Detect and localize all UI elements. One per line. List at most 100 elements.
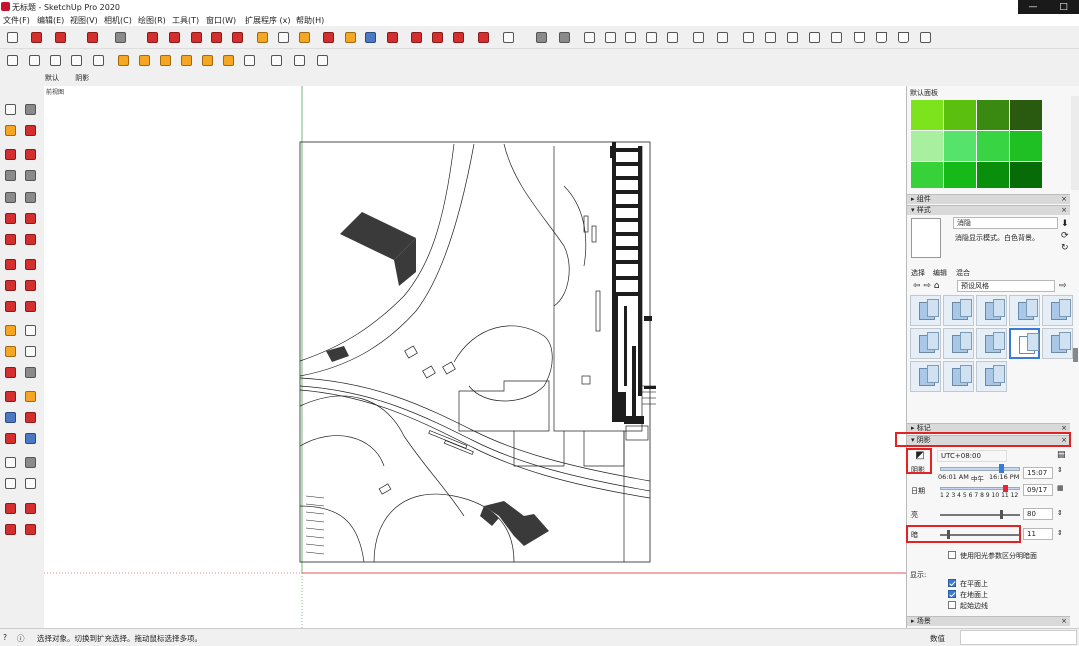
zoom-extents-icon[interactable]	[384, 29, 401, 46]
light-input[interactable]: 80	[1023, 508, 1053, 520]
triangle-tool-icon[interactable]	[157, 52, 174, 69]
style-thumb-selected[interactable]	[1009, 328, 1040, 359]
sparkle-tool-icon[interactable]	[199, 52, 216, 69]
warehouse-icon[interactable]	[408, 29, 425, 46]
send-layout-icon[interactable]	[2, 521, 19, 538]
pencil-line-icon[interactable]	[52, 29, 69, 46]
anchor-tool-icon[interactable]	[178, 52, 195, 69]
menu-view[interactable]: 视图(V)	[70, 15, 98, 26]
orbit-tool-icon[interactable]	[2, 388, 19, 405]
layout-icon[interactable]	[450, 29, 467, 46]
account-icon[interactable]	[500, 29, 517, 46]
collection-details-icon[interactable]: ⇨	[1059, 281, 1067, 291]
dimension-icon[interactable]	[22, 322, 39, 339]
offset-tool-icon[interactable]	[22, 298, 39, 315]
tab-default[interactable]: 默认	[45, 74, 59, 82]
component-icon[interactable]	[556, 29, 573, 46]
3d-warehouse-icon[interactable]	[2, 500, 19, 517]
time-slider-thumb[interactable]	[999, 464, 1004, 473]
menu-help[interactable]: 帮助(H)	[296, 15, 324, 26]
sandbox-scratch-icon[interactable]	[762, 29, 779, 46]
arc-tool-icon[interactable]	[2, 210, 19, 227]
three-point-arc-icon[interactable]	[2, 231, 19, 248]
hidden-line-icon[interactable]	[622, 29, 639, 46]
zoom-extents-tool-icon[interactable]	[2, 430, 19, 447]
rotate-icon[interactable]	[208, 29, 225, 46]
swatch-3[interactable]	[977, 100, 1009, 130]
swatch-11[interactable]	[977, 162, 1009, 188]
eraser-icon[interactable]	[28, 29, 45, 46]
solid-union-icon[interactable]	[47, 52, 64, 69]
two-point-arc-icon[interactable]	[22, 210, 39, 227]
swatch-9[interactable]	[911, 162, 943, 188]
construction-tool-icon[interactable]	[115, 52, 132, 69]
swatch-6[interactable]	[944, 131, 976, 161]
paint-bucket-icon[interactable]	[296, 29, 313, 46]
date-input[interactable]: 09/17	[1023, 484, 1053, 496]
maximize-button[interactable]: □	[1048, 0, 1079, 14]
dome-tool-icon[interactable]	[220, 52, 237, 69]
style-thumb-11[interactable]	[910, 361, 941, 392]
pan-icon[interactable]	[342, 29, 359, 46]
zoom-icon[interactable]	[362, 29, 379, 46]
use-sun-checkbox[interactable]	[948, 551, 956, 559]
styles-header[interactable]: ▾ 样式 ×	[907, 205, 1070, 215]
shaded-icon[interactable]	[643, 29, 660, 46]
ruby-console-icon[interactable]	[475, 29, 492, 46]
arc-icon[interactable]	[84, 29, 101, 46]
text-tool-icon[interactable]	[22, 343, 39, 360]
followme-tool-icon[interactable]	[22, 277, 39, 294]
tab-shadow[interactable]: 阴影	[75, 74, 89, 82]
style-thumb-1[interactable]	[910, 295, 941, 326]
model-viewport[interactable]: 前视图	[44, 86, 906, 628]
circle-icon[interactable]	[2, 189, 19, 206]
solid-intersect-icon[interactable]	[26, 52, 43, 69]
swatch-8[interactable]	[1010, 131, 1042, 161]
textured-icon[interactable]	[664, 29, 681, 46]
xray-icon[interactable]	[581, 29, 598, 46]
extension-manager-icon[interactable]	[22, 521, 39, 538]
styles-tab-select[interactable]: 选择	[911, 268, 925, 278]
style-thumb-3[interactable]	[976, 295, 1007, 326]
style-thumb-8[interactable]	[976, 328, 1007, 359]
select-arrow-icon[interactable]	[4, 29, 21, 46]
components-header[interactable]: ▸ 组件 ×	[907, 194, 1070, 204]
swatch-1[interactable]	[911, 100, 943, 130]
sandbox-drape-icon[interactable]	[828, 29, 845, 46]
shape-circle-icon[interactable]	[112, 29, 129, 46]
swatch-12[interactable]	[1010, 162, 1042, 188]
on-ground-checkbox[interactable]	[948, 590, 956, 598]
style-name-field[interactable]: 消隐	[953, 217, 1058, 229]
section-plane-icon[interactable]	[714, 29, 731, 46]
monochrome-icon[interactable]	[690, 29, 707, 46]
walk-icon[interactable]	[2, 454, 19, 471]
back-forward-home-icons[interactable]: ⇦ ⇨ ⌂	[913, 281, 940, 291]
light-slider[interactable]	[940, 514, 1020, 516]
protractor-icon[interactable]	[2, 343, 19, 360]
menu-tools[interactable]: 工具(T)	[172, 15, 199, 26]
orbit-icon[interactable]	[320, 29, 337, 46]
light-slider-thumb[interactable]	[1000, 510, 1003, 519]
rectangle-icon[interactable]	[2, 167, 19, 184]
time-spinner[interactable]: ⇕	[1057, 466, 1063, 474]
solid-subtract-icon[interactable]	[68, 52, 85, 69]
dark-spinner[interactable]: ⇕	[1057, 529, 1063, 537]
view-right-icon[interactable]	[917, 29, 934, 46]
extension-warehouse-icon[interactable]	[429, 29, 446, 46]
sandbox-stamp-icon[interactable]	[806, 29, 823, 46]
tape-measure-icon[interactable]	[254, 29, 271, 46]
style-action-icons[interactable]: ⬇ ⟳ ↻	[1061, 218, 1071, 254]
section-icon[interactable]	[22, 475, 39, 492]
plan-table-icon[interactable]	[314, 52, 331, 69]
menu-edit[interactable]: 编辑(E)	[37, 15, 64, 26]
sandbox-smoove-icon[interactable]	[784, 29, 801, 46]
previous-view-icon[interactable]	[22, 430, 39, 447]
move-tool-icon[interactable]	[2, 256, 19, 273]
menu-file[interactable]: 文件(F)	[3, 15, 30, 26]
look-around-icon[interactable]	[22, 454, 39, 471]
polygon-icon[interactable]	[22, 189, 39, 206]
zoom-tool-icon[interactable]	[2, 409, 19, 426]
3d-text-icon[interactable]	[22, 364, 39, 381]
target-tool-icon[interactable]	[241, 52, 258, 69]
scale-icon[interactable]	[229, 29, 246, 46]
